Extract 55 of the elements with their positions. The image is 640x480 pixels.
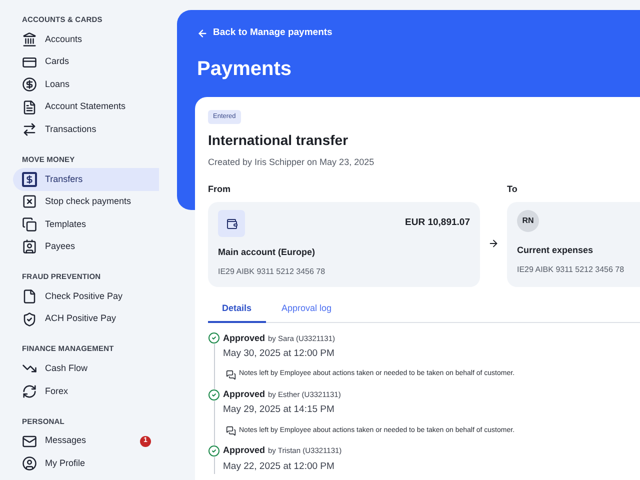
approval-date: May 22, 2025 at 12:00 PM bbox=[223, 460, 336, 474]
x-square-icon bbox=[22, 194, 37, 210]
sidebar-item[interactable]: Cash Flow bbox=[13, 358, 159, 380]
dollar-circle-icon bbox=[22, 77, 37, 92]
payee-name: Current expenses bbox=[517, 244, 594, 257]
transfer-title: International transfer bbox=[208, 131, 350, 150]
sidebar-item[interactable]: Check Positive Pay bbox=[13, 285, 159, 308]
from-label: From bbox=[208, 182, 232, 196]
sidebar-item[interactable]: My Profile bbox=[13, 452, 159, 475]
sidebar-item[interactable]: Stop check payments bbox=[13, 190, 159, 213]
wallet-icon bbox=[218, 210, 245, 237]
payee-avatar: RN bbox=[517, 210, 539, 232]
sidebar-item[interactable]: Payees bbox=[13, 236, 159, 258]
account-iban: IE29 AIBK 9311 5212 3456 78 bbox=[218, 266, 326, 278]
account-balance: EUR 10,891.07 bbox=[405, 216, 470, 230]
check-circle-icon bbox=[208, 332, 220, 344]
created-info: Created by Iris Schipper on May 23, 2025 bbox=[208, 156, 376, 169]
check-circle-icon bbox=[208, 388, 220, 400]
copy-icon bbox=[22, 216, 37, 232]
approval-status: Approved bbox=[223, 388, 266, 401]
dollar-square-icon bbox=[22, 172, 37, 187]
sidebar-item[interactable]: Account Statements bbox=[13, 96, 159, 118]
comments-icon bbox=[226, 370, 236, 380]
tab[interactable]: Details bbox=[208, 302, 266, 322]
mail-icon bbox=[22, 434, 37, 448]
sidebar-item[interactable]: Transfers bbox=[13, 168, 159, 190]
approval-status: Approved bbox=[223, 444, 266, 457]
sidebar-item[interactable]: Accounts bbox=[13, 28, 159, 51]
to-label: To bbox=[507, 182, 518, 196]
exchange-icon bbox=[22, 384, 37, 399]
shield-check-icon bbox=[22, 312, 37, 326]
swap-arrows-icon bbox=[22, 122, 37, 137]
user-circle-icon bbox=[22, 456, 37, 471]
check-circle-icon bbox=[208, 444, 220, 457]
approval-status: Approved bbox=[223, 332, 266, 345]
page-title: Payments bbox=[197, 57, 292, 82]
bank-icon bbox=[22, 32, 37, 47]
back-link[interactable]: Back to Manage payments bbox=[197, 26, 332, 40]
card-icon bbox=[22, 54, 37, 70]
sidebar-item[interactable]: Loans bbox=[13, 73, 159, 96]
sidebar-item[interactable]: Templates bbox=[13, 213, 159, 236]
sidebar-item[interactable]: Forex bbox=[13, 380, 159, 402]
payee-iban: IE29 AIBK 9311 5212 3456 78 bbox=[517, 264, 626, 276]
approval-date: May 30, 2025 at 12:00 PM bbox=[223, 347, 336, 361]
approval-date: May 29, 2025 at 14:15 PM bbox=[223, 403, 336, 418]
sidebar-item[interactable]: Transactions bbox=[13, 118, 159, 141]
account-name: Main account (Europe) bbox=[218, 246, 316, 259]
document-icon bbox=[22, 100, 37, 114]
tab[interactable]: Approval log bbox=[268, 302, 346, 322]
arrow-right-icon bbox=[488, 238, 499, 248]
sidebar-item[interactable]: Cards bbox=[13, 50, 159, 74]
sidebar-item[interactable]: ACH Positive Pay bbox=[13, 308, 159, 330]
contact-icon bbox=[22, 239, 37, 254]
comments-icon bbox=[226, 426, 236, 436]
arrow-left-icon bbox=[197, 28, 208, 39]
